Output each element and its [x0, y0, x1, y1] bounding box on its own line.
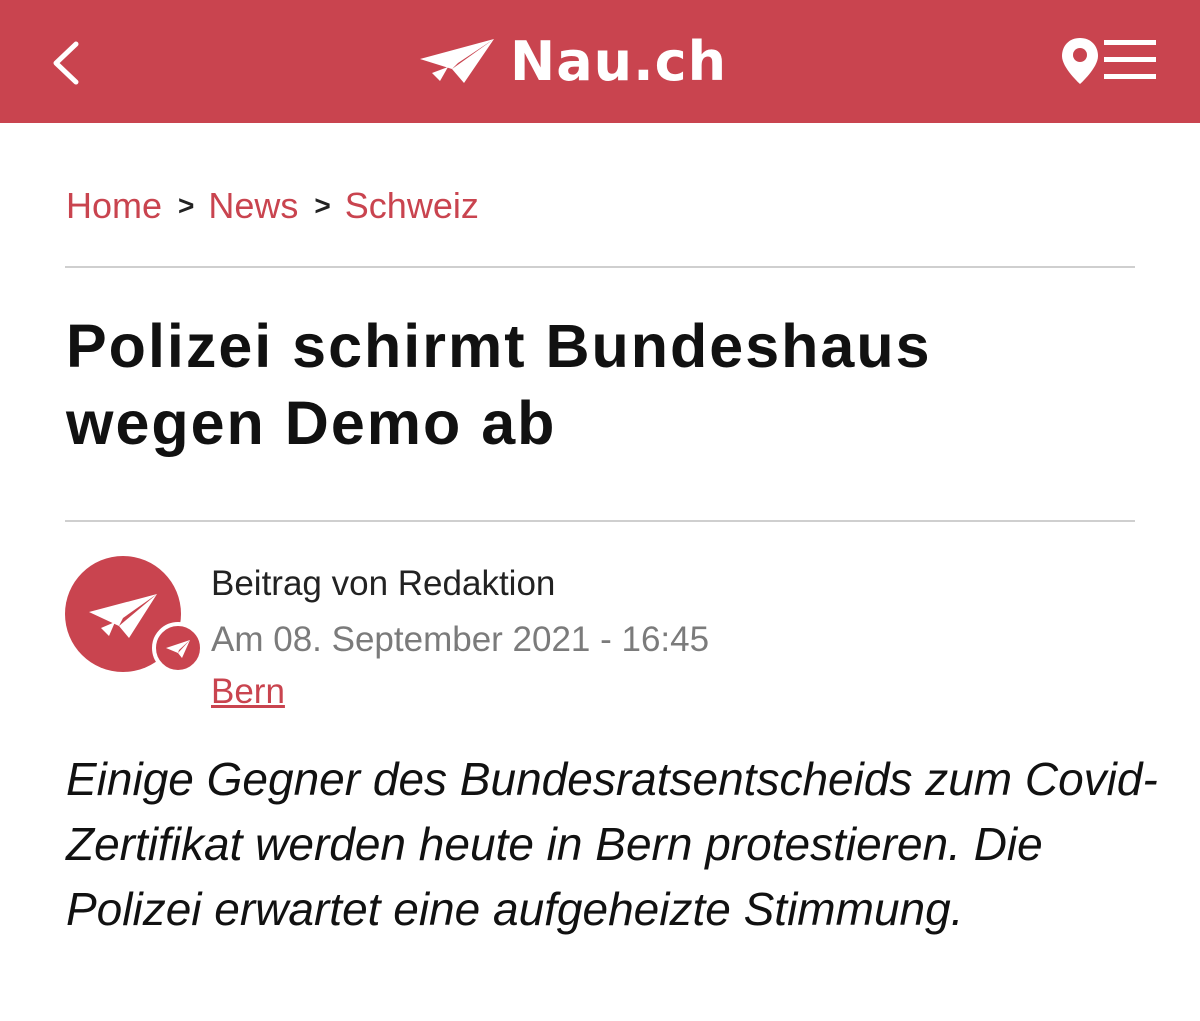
location-link[interactable]: Bern [211, 670, 285, 714]
breadcrumb-schweiz[interactable]: Schweiz [345, 185, 479, 227]
logo-text: Nau.ch [510, 30, 728, 93]
back-button[interactable] [44, 38, 90, 88]
site-logo[interactable]: Nau.ch [418, 30, 727, 94]
author-badge [152, 622, 204, 674]
divider [65, 266, 1135, 268]
breadcrumb-news[interactable]: News [208, 185, 298, 227]
hamburger-menu-icon [1104, 40, 1156, 79]
paper-plane-icon [166, 640, 190, 658]
breadcrumb-home[interactable]: Home [66, 185, 162, 227]
breadcrumb-separator: > [314, 190, 331, 221]
chevron-left-icon [53, 41, 79, 85]
map-pin-icon [1062, 38, 1098, 84]
publish-date: Am 08. September 2021 - 16:45 [211, 620, 710, 659]
paper-plane-icon [420, 39, 494, 83]
divider [65, 520, 1135, 522]
breadcrumb: Home > News > Schweiz [66, 183, 479, 229]
breadcrumb-separator: > [178, 190, 195, 221]
location-button[interactable] [1060, 36, 1100, 86]
menu-button[interactable] [1102, 36, 1158, 84]
author-byline: Beitrag von Redaktion [211, 564, 556, 603]
article-lead: Einige Gegner des Bundesratsentscheids z… [66, 753, 1158, 935]
top-navigation-bar: Nau.ch [0, 0, 1200, 123]
article-title: Polizei schirmt Bundeshaus wegen Demo ab [66, 312, 932, 457]
